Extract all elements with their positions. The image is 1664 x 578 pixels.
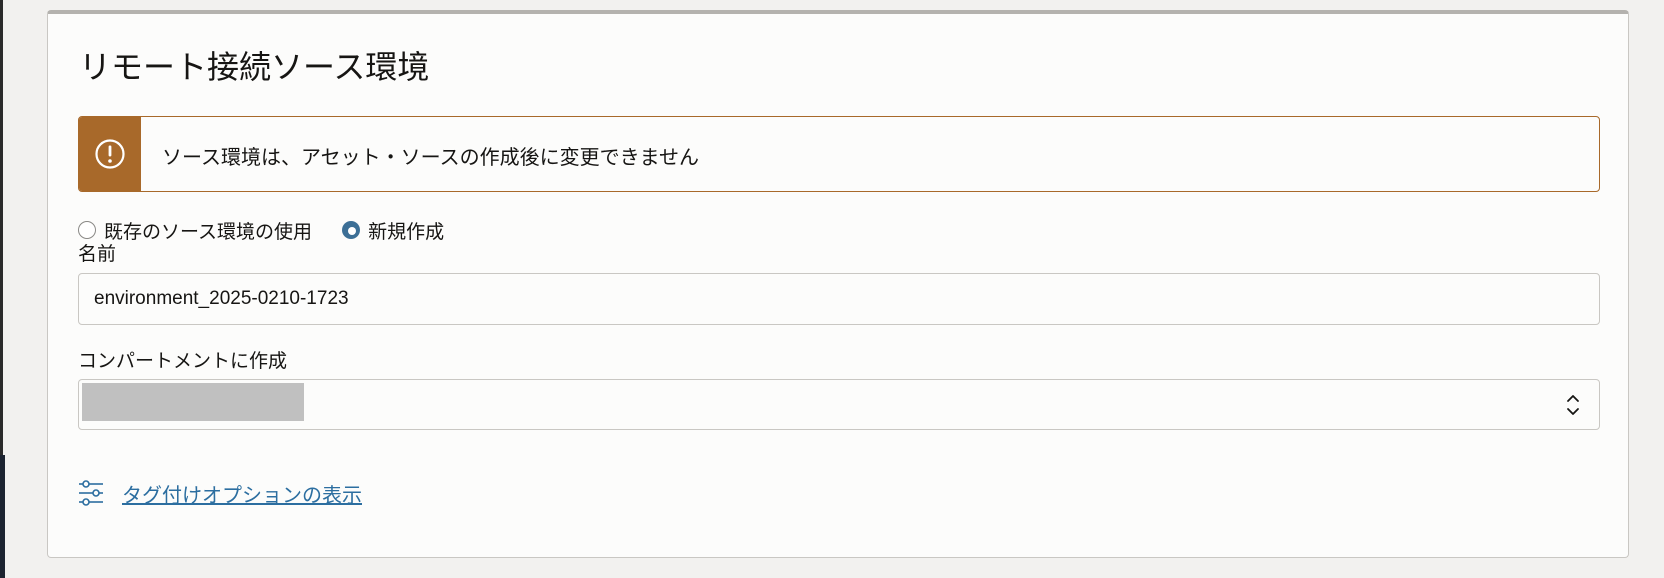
radio-label-create-new: 新規作成: [368, 220, 445, 243]
radio-button-unchecked[interactable]: [78, 221, 96, 239]
show-tagging-options-link[interactable]: タグ付けオプションの表示: [122, 479, 362, 508]
radio-label-use-existing: 既存のソース環境の使用: [104, 220, 313, 243]
tagging-options-row: タグ付けオプションの表示: [78, 478, 362, 508]
radio-button-checked[interactable]: [342, 221, 361, 239]
warning-banner: ソース環境は、アセット・ソースの作成後に変更できません: [78, 116, 1600, 192]
warning-icon-box: [79, 117, 141, 191]
redacted-compartment-value: [82, 383, 304, 421]
compartment-select[interactable]: [78, 379, 1600, 430]
exclamation-circle-icon: [95, 139, 125, 169]
name-field-label: 名前: [78, 243, 117, 265]
background-window-edge-dark: [0, 455, 5, 578]
environment-choice-radio-group: 既存のソース環境の使用 新規作成: [78, 217, 444, 244]
name-input[interactable]: environment_2025-0210-1723: [78, 273, 1600, 325]
panel-title: リモート接続ソース環境: [79, 48, 430, 86]
chevron-up-down-icon: [1567, 395, 1579, 415]
sliders-icon: [79, 480, 103, 506]
compartment-field-label: コンパートメントに作成: [78, 350, 288, 372]
source-environment-panel: リモート接続ソース環境 ソース環境は、アセット・ソースの作成後に変更できません …: [47, 10, 1629, 558]
warning-message: ソース環境は、アセット・ソースの作成後に変更できません: [162, 145, 699, 169]
radio-create-new[interactable]: 新規作成: [342, 217, 444, 244]
